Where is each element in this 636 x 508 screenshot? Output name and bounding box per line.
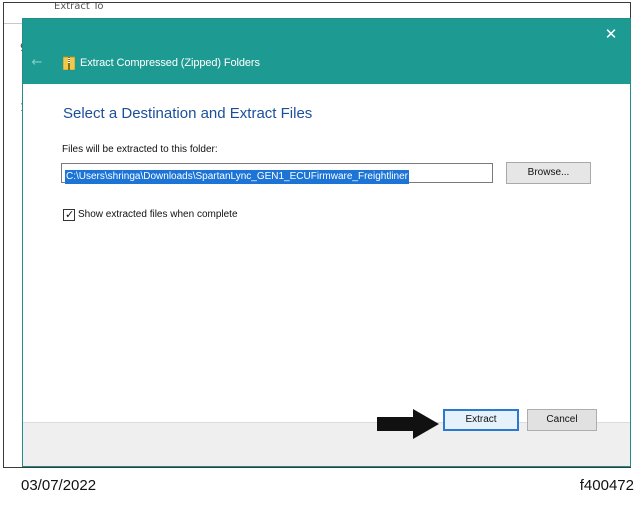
extract-button[interactable]: Extract [443,409,519,431]
background-tab-label: Extract To [54,2,104,12]
checkmark-icon: ✓ [65,208,75,221]
destination-path-text: C:\Users\shringa\Downloads\SpartanLync_G… [65,170,409,184]
back-arrow-icon[interactable]: ← [29,55,45,71]
close-icon[interactable]: ✕ [600,23,622,45]
page-heading: Select a Destination and Extract Files [63,105,313,122]
extract-dialog: ✕ ← Extract Compressed (Zipped) Folders … [23,19,630,466]
destination-label: Files will be extracted to this folder: [62,144,218,155]
figure-id: f400472 [579,477,634,494]
destination-path-input[interactable]: C:\Users\shringa\Downloads\SpartanLync_G… [61,163,493,184]
browse-button[interactable]: Browse... [506,162,591,184]
show-files-label[interactable]: Show extracted files when complete [78,209,238,221]
cancel-button[interactable]: Cancel [527,409,597,431]
dialog-titlebar: ✕ ← Extract Compressed (Zipped) Folders [23,19,630,84]
pointer-arrow-icon [377,409,439,439]
dialog-title: Extract Compressed (Zipped) Folders [80,57,260,69]
show-files-checkbox[interactable]: ✓ [63,208,75,221]
zip-folder-icon [63,56,75,70]
caption-date: 03/07/2022 [21,477,97,494]
